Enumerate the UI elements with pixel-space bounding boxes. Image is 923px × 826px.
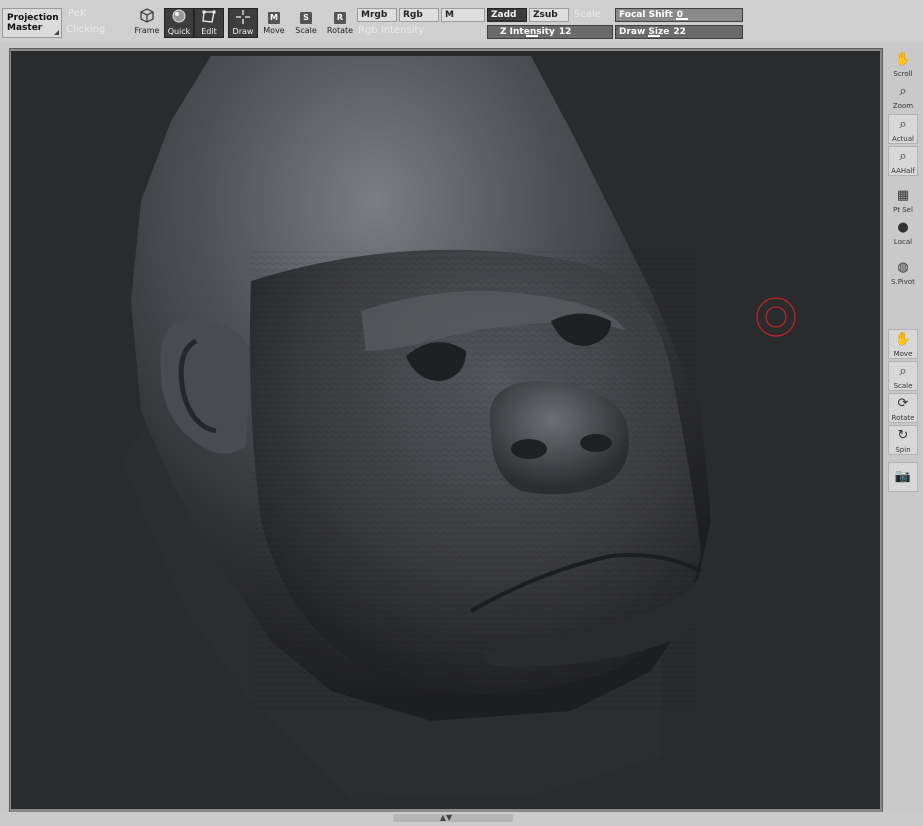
actual-icon: ⌕ <box>899 117 907 132</box>
s-pivot-label: S.Pivot <box>891 278 915 286</box>
scale-label: Scale <box>295 26 317 35</box>
z-intensity-slider[interactable]: Z Intensity 12 <box>487 25 613 39</box>
tray-toggle-icon[interactable]: ▲▼ <box>436 813 456 823</box>
draw-button[interactable]: Draw <box>228 8 258 38</box>
slider-knob[interactable] <box>676 18 688 20</box>
move-button[interactable]: M Move <box>259 8 289 38</box>
cube-icon <box>132 8 162 26</box>
slider-knob[interactable] <box>526 35 538 37</box>
slider-knob[interactable] <box>648 35 660 37</box>
ghost-text: PeK <box>68 8 87 19</box>
document-canvas[interactable] <box>11 51 880 809</box>
draw-size-label: Draw Size <box>619 27 670 37</box>
scale-letter-icon: S <box>300 12 312 24</box>
grid-icon: ▦ <box>896 188 910 203</box>
scroll-button[interactable]: ✋ Scroll <box>888 50 918 80</box>
right-shelf: ✋ Scroll ⌕ Zoom ⌕ Actual ⌕ AAHalf ▦ Pt S… <box>884 44 923 826</box>
move-view-button[interactable]: ✋ Move <box>888 329 918 359</box>
draw-label: Draw <box>232 27 254 36</box>
ghost-text: Rgb Intensity <box>358 25 425 36</box>
edit-icon <box>195 9 223 27</box>
spin-icon: ↻ <box>897 428 909 443</box>
s-pivot-button[interactable]: ◍ S.Pivot <box>888 258 918 288</box>
top-toolbar: Projection Master PeK Clicking Rgb Inten… <box>0 0 923 42</box>
ghost-text: Clicking <box>66 24 106 35</box>
actual-button[interactable]: ⌕ Actual <box>888 114 918 144</box>
quick-sphere-icon <box>165 9 193 27</box>
zsub-button[interactable]: Zsub <box>529 8 569 22</box>
mrgb-button[interactable]: Mrgb <box>357 8 397 22</box>
projection-master-label-2: Master <box>7 23 43 33</box>
local-label: Local <box>893 238 913 246</box>
projection-master-button[interactable]: Projection Master <box>2 8 62 38</box>
move-view-label: Move <box>893 350 913 358</box>
rotate-view-label: Rotate <box>891 414 915 422</box>
aahalf-label: AAHalf <box>891 167 915 175</box>
edit-button[interactable]: Edit <box>194 8 224 38</box>
draw-icon <box>229 9 257 27</box>
zoom-icon: ⌕ <box>899 84 907 99</box>
spin-label: Spin <box>895 446 911 454</box>
pivot-icon: ◍ <box>897 260 909 275</box>
aahalf-button[interactable]: ⌕ AAHalf <box>888 146 918 176</box>
quick-label: Quick <box>167 27 191 36</box>
frame-label: Frame <box>134 26 160 35</box>
focal-shift-label: Focal Shift <box>619 10 673 20</box>
m-button[interactable]: M <box>441 8 485 22</box>
brush-cursor <box>756 297 796 337</box>
rotate-label: Rotate <box>326 26 354 35</box>
camera-button[interactable]: 📷 <box>888 462 918 492</box>
edit-label: Edit <box>201 27 217 36</box>
quick-button[interactable]: Quick <box>164 8 194 38</box>
zadd-button[interactable]: Zadd <box>487 8 527 22</box>
move-letter-icon: M <box>268 12 280 24</box>
popup-corner-icon <box>54 30 59 35</box>
zoom-button[interactable]: ⌕ Zoom <box>888 82 918 112</box>
spin-button[interactable]: ↻ Spin <box>888 425 918 455</box>
hand-icon: ✋ <box>894 332 912 347</box>
draw-size-slider[interactable]: Draw Size 22 <box>615 25 743 39</box>
zoom-icon: ⌕ <box>899 364 907 379</box>
scale-button[interactable]: S Scale <box>291 8 321 38</box>
camera-icon: 📷 <box>894 469 912 484</box>
scale-view-button[interactable]: ⌕ Scale <box>888 361 918 391</box>
rotate-letter-icon: R <box>334 12 346 24</box>
local-icon: ● <box>897 220 909 235</box>
pt-sel-label: Pt Sel <box>893 206 913 214</box>
rgb-button[interactable]: Rgb <box>399 8 439 22</box>
focal-shift-slider[interactable]: Focal Shift 0 <box>615 8 743 22</box>
rotate-icon: ⟳ <box>897 396 909 411</box>
hand-icon: ✋ <box>894 52 912 67</box>
rotate-button[interactable]: R Rotate <box>325 8 355 38</box>
zoom-label: Zoom <box>892 102 914 110</box>
ghost-text: Scale <box>574 9 601 20</box>
projection-master-label-1: Projection <box>7 13 59 23</box>
rotate-view-button[interactable]: ⟳ Rotate <box>888 393 918 423</box>
pt-sel-button[interactable]: ▦ Pt Sel <box>888 186 918 216</box>
actual-label: Actual <box>892 135 914 143</box>
scroll-label: Scroll <box>893 70 913 78</box>
move-label: Move <box>263 26 285 35</box>
frame-button[interactable]: Frame <box>132 8 162 38</box>
draw-size-value: 22 <box>673 27 686 37</box>
scale-view-label: Scale <box>893 382 913 390</box>
aahalf-icon: ⌕ <box>899 149 907 164</box>
z-intensity-value: 12 <box>558 27 572 37</box>
local-button[interactable]: ● Local <box>888 218 918 248</box>
gorilla-sculpt <box>121 56 796 799</box>
